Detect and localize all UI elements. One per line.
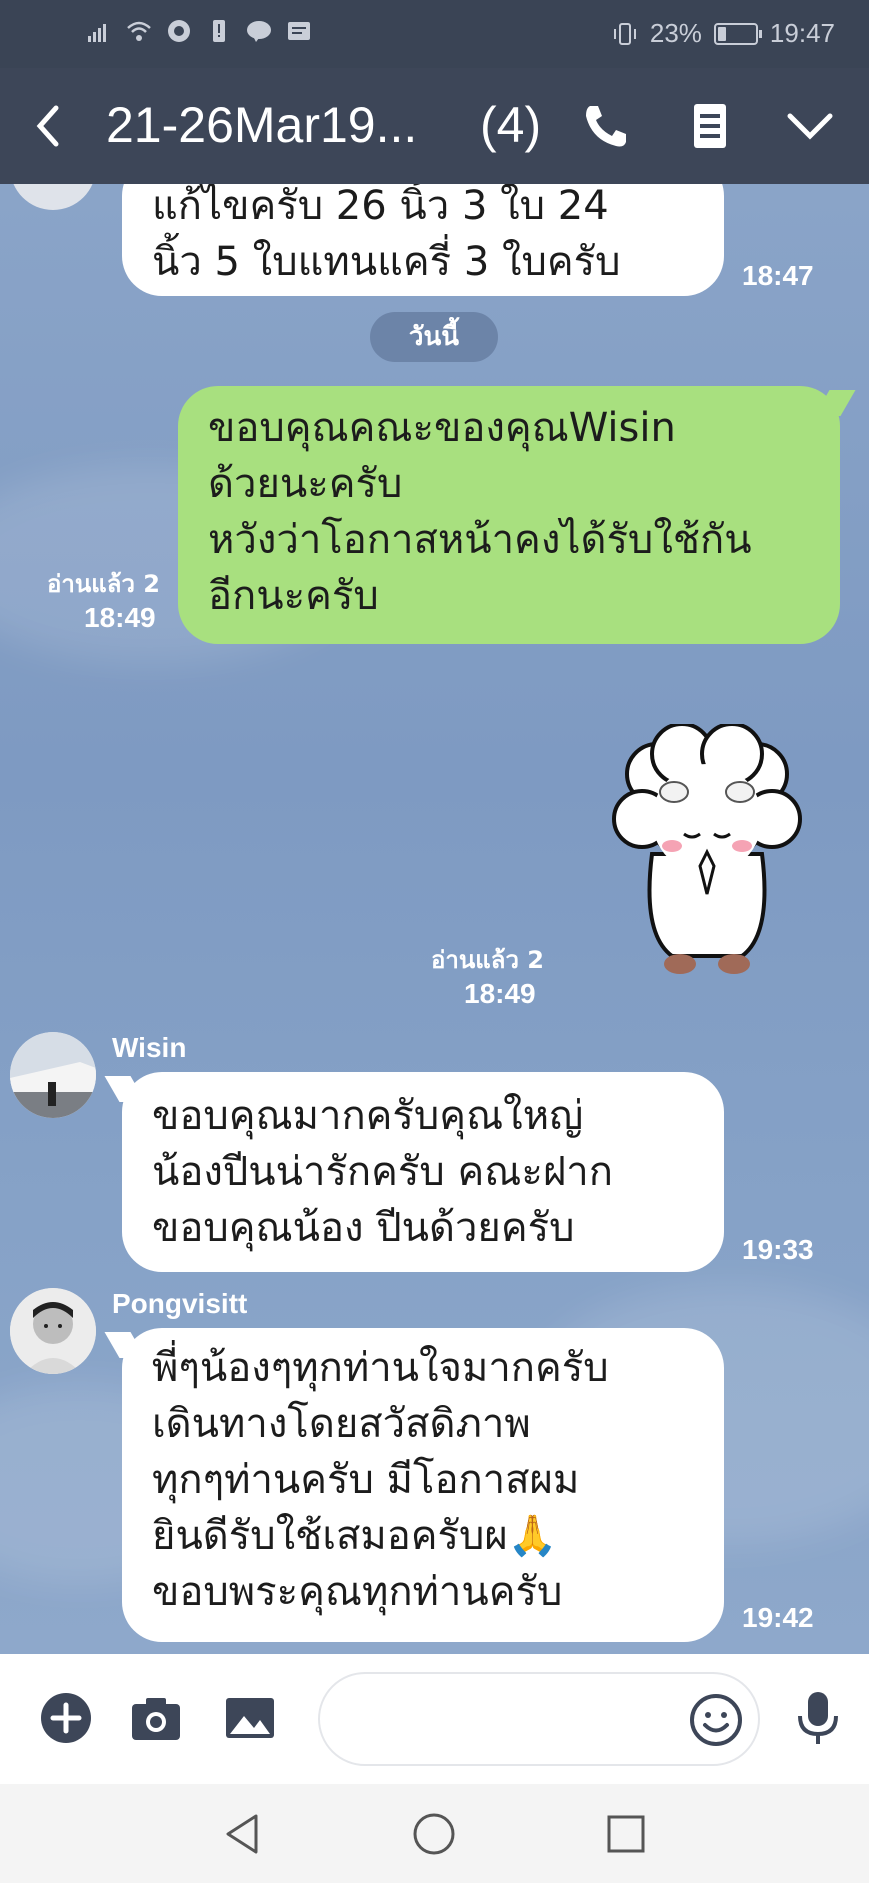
battery-fill	[717, 26, 727, 41]
message-line: พี่ๆน้องๆทุกท่านใจมากครับ	[152, 1345, 609, 1391]
message-bubble-partial[interactable]: แก้ไขครับ 26 นิ้ว 3 ใบ 24 นิ้ว 5 ใบแทนแค…	[122, 184, 724, 296]
system-nav-bar	[0, 1784, 869, 1883]
message-icon	[288, 22, 310, 40]
status-right: 23% 19:47	[612, 18, 835, 49]
message-line: นิ้ว 5 ใบแทนแครี่ 3 ใบครับ	[152, 239, 621, 285]
plus-circle-icon[interactable]	[38, 1690, 94, 1746]
message-line: ขอบคุณน้อง ปีนด้วยครับ	[152, 1205, 575, 1251]
member-count[interactable]: (4)	[480, 96, 541, 154]
sticker-bowing-sheep[interactable]	[612, 724, 802, 984]
notification-icons	[86, 18, 312, 44]
line-app-icon	[247, 21, 271, 42]
vibrate-icon	[613, 22, 636, 45]
message-line: ด้วยนะครับ	[208, 461, 403, 507]
message-bubble[interactable]: ขอบคุณมากครับคุณใหญ่ น้องปีนน่ารักครับ ค…	[122, 1072, 724, 1272]
sender-name: Pongvisitt	[112, 1288, 248, 1319]
battery-icon	[713, 22, 762, 45]
message-time: 19:42	[742, 1602, 814, 1633]
input-bar	[0, 1654, 869, 1784]
clock: 19:47	[769, 18, 835, 48]
message-line: ทุกๆท่านครับ มีโอกาสผม	[152, 1457, 580, 1503]
image-icon[interactable]	[222, 1690, 278, 1746]
phone-icon[interactable]	[578, 98, 634, 154]
message-line: อีกนะครับ	[208, 573, 379, 619]
wifi-icon	[127, 21, 151, 41]
avatar-pongvisitt[interactable]	[10, 1288, 96, 1374]
nav-home-icon[interactable]	[408, 1808, 460, 1860]
chrome-icon	[168, 20, 190, 42]
message-time: 18:47	[742, 260, 814, 291]
sender-name: Wisin	[112, 1032, 187, 1063]
message-input[interactable]	[318, 1672, 760, 1766]
read-receipt: อ่านแล้ว 2	[46, 570, 160, 598]
notes-icon[interactable]	[682, 98, 738, 154]
battery-percent: 23%	[649, 18, 702, 48]
nav-back-icon[interactable]	[216, 1808, 268, 1860]
my-message-bubble[interactable]: ขอบคุณคณะของคุณWisin ด้วยนะครับ หวังว่าโ…	[178, 386, 840, 644]
chat-area[interactable]: แก้ไขครับ 26 นิ้ว 3 ใบ 24 นิ้ว 5 ใบแทนแค…	[0, 184, 869, 1654]
chat-header: 21-26Mar19... (4)	[0, 68, 869, 184]
message-line: ขอบพระคุณทุกท่านครับ	[152, 1569, 563, 1615]
status-bar: 23% 19:47	[0, 0, 869, 68]
microphone-icon[interactable]	[790, 1690, 846, 1746]
signal-icon	[88, 24, 106, 42]
read-receipt: อ่านแล้ว 2	[430, 946, 544, 974]
avatar-photo	[10, 1032, 96, 1118]
avatar-photo	[10, 1288, 96, 1374]
message-line: ขอบคุณมากครับคุณใหญ่	[152, 1093, 584, 1139]
avatar-wisin[interactable]	[10, 1032, 96, 1118]
avatar[interactable]	[10, 184, 96, 210]
chevron-down-icon[interactable]	[782, 98, 838, 154]
date-separator: วันนี้	[370, 312, 498, 362]
camera-icon[interactable]	[128, 1690, 184, 1746]
chat-title[interactable]: 21-26Mar19...	[106, 96, 417, 154]
message-time: 18:49	[464, 978, 536, 1009]
message-line: ยินดีรับใช้เสมอครับผ🙏	[152, 1513, 558, 1559]
message-line: หวังว่าโอกาสหน้าคงได้รับใช้กัน	[208, 517, 752, 563]
message-bubble[interactable]: พี่ๆน้องๆทุกท่านใจมากครับ เดินทางโดยสวัส…	[122, 1328, 724, 1642]
emoji-icon[interactable]	[688, 1692, 744, 1748]
nav-recents-icon[interactable]	[600, 1808, 652, 1860]
message-line: ขอบคุณคณะของคุณWisin	[208, 405, 676, 451]
message-line: น้องปีนน่ารักครับ คณะฝาก	[152, 1149, 613, 1195]
chevron-left-icon[interactable]	[28, 100, 68, 152]
message-time: 19:33	[742, 1234, 814, 1265]
message-line: เดินทางโดยสวัสดิภาพ	[152, 1401, 531, 1447]
alert-icon	[213, 20, 225, 42]
message-time: 18:49	[84, 602, 156, 633]
message-line: แก้ไขครับ 26 นิ้ว 3 ใบ 24	[152, 184, 609, 229]
